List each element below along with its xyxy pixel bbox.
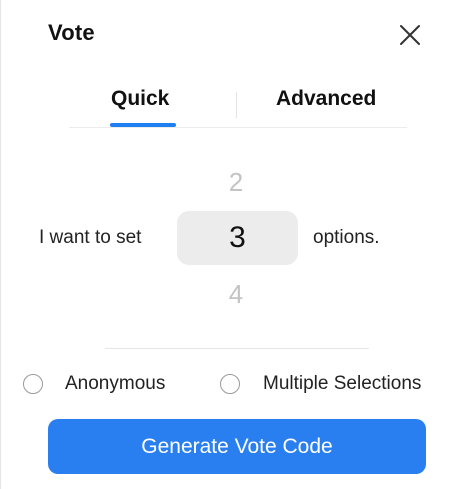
picker-next-value[interactable]: 4 <box>221 279 251 310</box>
tab-quick[interactable]: Quick <box>111 87 169 111</box>
option-count-picker[interactable]: 3 <box>177 211 298 265</box>
section-divider <box>105 348 369 349</box>
options-prefix-label: I want to set <box>39 227 142 248</box>
anonymous-label: Anonymous <box>65 373 166 394</box>
multiple-selections-radio[interactable] <box>220 374 240 394</box>
dialog-title: Vote <box>48 20 95 45</box>
picker-selected-value: 3 <box>229 221 246 254</box>
tab-bar: Quick Advanced <box>69 80 407 130</box>
tab-separator <box>236 92 237 118</box>
options-suffix-label: options. <box>313 227 380 248</box>
multiple-selections-label: Multiple Selections <box>263 373 422 394</box>
close-button[interactable] <box>397 22 423 48</box>
generate-vote-code-button[interactable]: Generate Vote Code <box>48 419 426 474</box>
close-icon <box>400 25 420 45</box>
tab-advanced[interactable]: Advanced <box>276 87 376 111</box>
tabs-divider <box>69 127 407 128</box>
picker-previous-value[interactable]: 2 <box>221 167 251 198</box>
anonymous-radio[interactable] <box>23 374 43 394</box>
vote-dialog: Vote Quick Advanced I want to set 2 3 4 … <box>0 0 453 489</box>
